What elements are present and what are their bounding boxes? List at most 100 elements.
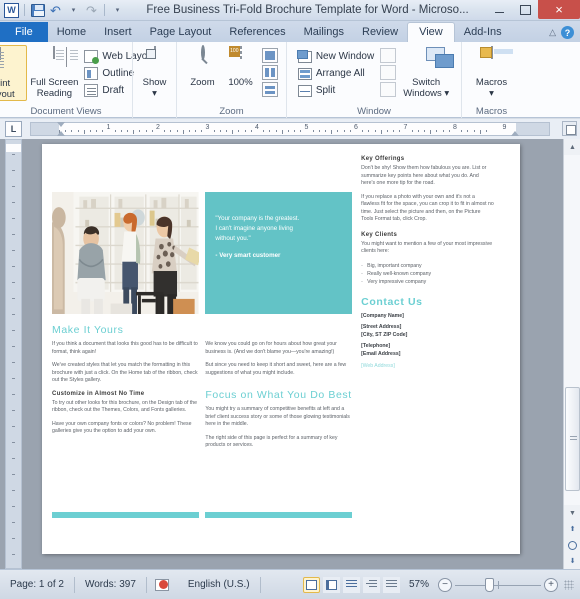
tab-stop-selector[interactable]: L <box>5 121 22 137</box>
zoom-out-button[interactable]: − <box>438 577 452 592</box>
group-label-macros: Macros <box>475 106 508 117</box>
scrollbar-bottom-controls: ▼ ⬆ ⬇ <box>564 505 580 569</box>
new-window-label: New Window <box>315 51 375 62</box>
full-screen-label-2: Reading <box>36 88 73 99</box>
show-dropdown-icon[interactable]: ▾ <box>152 88 157 99</box>
right-indent-marker[interactable] <box>511 131 519 136</box>
divider <box>24 4 25 16</box>
split-button[interactable]: Split <box>295 82 377 99</box>
tab-add-ins[interactable]: Add-Ins <box>455 23 511 42</box>
arrange-all-label: Arrange All <box>315 68 365 79</box>
scrollbar-thumb[interactable] <box>565 387 580 491</box>
scroll-down-button[interactable]: ▼ <box>564 505 580 521</box>
brochure-right-panel: Key Offerings Don't be shy! Show them ho… <box>361 156 494 544</box>
arrange-all-icon <box>297 67 312 80</box>
new-window-button[interactable]: New Window <box>295 48 377 65</box>
scroll-up-button[interactable]: ▲ <box>564 139 580 155</box>
print-layout-view-button[interactable] <box>302 576 320 593</box>
macros-button[interactable]: Macros ▾ <box>468 45 516 99</box>
view-side-by-side-icon[interactable] <box>380 48 397 63</box>
switch-windows-button[interactable]: Switch Windows ▾ <box>399 45 453 99</box>
tab-insert[interactable]: Insert <box>95 23 141 42</box>
contact-street: [Street Address] <box>361 323 402 330</box>
zoom-in-button[interactable]: + <box>544 577 558 592</box>
word-icon[interactable]: W <box>4 2 19 18</box>
list-item: Big, important company <box>361 262 494 270</box>
switch-windows-icon <box>412 47 440 75</box>
status-bar-right: 57% − + <box>302 576 580 593</box>
full-screen-reading-view-button[interactable] <box>322 576 340 593</box>
scrollbar-track[interactable] <box>564 155 580 505</box>
contact-web-address[interactable]: [Web Address] <box>361 363 494 369</box>
draft-view-button[interactable] <box>382 576 400 593</box>
customize-qat-icon[interactable]: ▾ <box>110 3 125 18</box>
page-indicator[interactable]: Page: 1 of 2 <box>0 579 74 590</box>
language-indicator[interactable]: English (U.S.) <box>178 579 260 590</box>
synchronous-scrolling-icon[interactable] <box>380 65 397 80</box>
macros-icon <box>478 46 506 75</box>
tab-home[interactable]: Home <box>48 23 95 42</box>
tab-view[interactable]: View <box>407 22 455 42</box>
zoom-slider[interactable] <box>455 577 541 592</box>
redo-icon[interactable]: ↷ <box>84 3 99 18</box>
resize-grip-icon[interactable] <box>564 579 574 590</box>
minimize-button[interactable] <box>486 0 512 19</box>
close-button[interactable]: × <box>538 0 580 19</box>
left-subheading: Customize in Almost No Time <box>52 390 145 397</box>
print-layout-button[interactable]: Print Layout <box>0 45 28 101</box>
arrange-all-button[interactable]: Arrange All <box>295 65 377 82</box>
vertical-scrollbar[interactable]: ▲ ▼ ⬆ ⬇ <box>563 139 580 569</box>
split-label: Split <box>315 85 336 96</box>
undo-dropdown-icon[interactable]: ▾ <box>66 3 81 18</box>
proofing-errors-icon[interactable] <box>154 578 170 591</box>
outline-label: Outline <box>102 68 135 79</box>
tab-review[interactable]: Review <box>353 23 407 42</box>
middle-after-paragraph-2: The right side of this page is perfect f… <box>205 434 338 449</box>
minimize-ribbon-icon[interactable]: △ <box>549 27 556 38</box>
ribbon-group-window: New Window Arrange All Split Switch Wind… <box>286 42 461 118</box>
help-icon[interactable]: ? <box>561 26 574 39</box>
list-item: Really well-known company <box>361 270 494 278</box>
one-page-icon[interactable] <box>261 48 278 63</box>
first-line-indent-marker[interactable] <box>57 122 65 127</box>
undo-icon[interactable]: ↶ <box>48 3 63 18</box>
ribbon-tab-right-controls: △ ? <box>549 26 580 42</box>
tab-page-layout[interactable]: Page Layout <box>141 23 221 42</box>
zoom-button[interactable]: Zoom <box>184 45 222 88</box>
brochure-photo[interactable] <box>52 192 199 314</box>
document-page[interactable]: Make It Yours If you think a document th… <box>42 144 520 554</box>
print-layout-label-1: Print <box>0 78 11 89</box>
ruler-bar: L 1 2 3 4 5 6 7 8 9 <box>0 119 580 139</box>
tab-references[interactable]: References <box>220 23 294 42</box>
maximize-button[interactable] <box>512 0 538 19</box>
show-button[interactable]: Show ▾ <box>135 45 175 99</box>
web-layout-view-button[interactable] <box>342 576 360 593</box>
two-pages-icon[interactable] <box>261 65 278 80</box>
zoom-level-label[interactable]: 57% <box>403 579 435 590</box>
ruler-number: 7 <box>403 124 408 131</box>
outline-view-button[interactable] <box>362 576 380 593</box>
reset-window-position-icon[interactable] <box>380 82 397 97</box>
ruler-number: 4 <box>255 124 259 131</box>
brochure-quote-box[interactable]: "Your company is the greatest. I can't i… <box>205 192 352 314</box>
left-indent-marker[interactable] <box>57 131 65 136</box>
save-icon[interactable] <box>30 3 45 18</box>
select-browse-object-icon[interactable] <box>564 537 580 553</box>
tab-mailings[interactable]: Mailings <box>295 23 353 42</box>
word-count[interactable]: Words: 397 <box>75 579 146 590</box>
zoom-100-button[interactable]: 100% <box>222 45 260 88</box>
next-page-icon[interactable]: ⬇ <box>564 553 580 569</box>
left-paragraph-1: If you think a document that looks this … <box>52 341 198 355</box>
tab-file[interactable]: File <box>0 22 48 42</box>
macros-dropdown-icon[interactable]: ▾ <box>489 88 494 99</box>
brochure-layout: Make It Yours If you think a document th… <box>52 156 510 544</box>
previous-page-icon[interactable]: ⬆ <box>564 521 580 537</box>
horizontal-ruler[interactable]: 1 2 3 4 5 6 7 8 9 <box>30 122 550 136</box>
show-ruler-icon[interactable] <box>562 121 577 136</box>
zoom-slider-thumb[interactable] <box>485 577 494 592</box>
full-screen-reading-button[interactable]: Full Screen Reading <box>27 45 81 99</box>
macros-label: Macros <box>475 77 508 88</box>
vertical-ruler[interactable] <box>5 139 22 569</box>
brochure-right-body: Key Offerings Don't be shy! Show them ho… <box>361 156 494 369</box>
page-width-icon[interactable] <box>261 82 278 97</box>
